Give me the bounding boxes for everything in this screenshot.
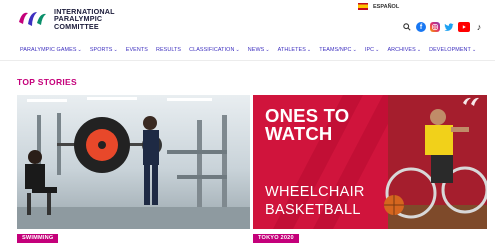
- nav-item-sports[interactable]: SPORTS⌄: [90, 47, 118, 53]
- category-badge-swimming[interactable]: SWIMMING: [17, 234, 59, 243]
- nav-label: CLASSIFICATION: [189, 47, 235, 53]
- spain-flag-icon: [358, 3, 368, 10]
- nav-item-ipc[interactable]: IPC⌄: [365, 47, 380, 53]
- story-card-swimming[interactable]: [17, 95, 250, 229]
- agitos-logo-icon: [16, 8, 48, 30]
- nav-item-development[interactable]: DEVELOPMENT⌄: [429, 47, 476, 53]
- card-subheadline: WHEELCHAIR BASKETBALL: [265, 184, 365, 218]
- main-nav: PARALYMPIC GAMES⌄ SPORTS⌄ EVENTS RESULTS…: [20, 44, 489, 56]
- nav-label: DEVELOPMENT: [429, 47, 471, 53]
- nav-divider: [0, 60, 495, 61]
- nav-item-paralympic-games[interactable]: PARALYMPIC GAMES⌄: [20, 47, 82, 53]
- card-headline: ONES TO WATCH: [265, 105, 350, 144]
- nav-label: IPC: [364, 47, 375, 53]
- logo-line-3: COMMITTEE: [54, 21, 99, 31]
- nav-item-news[interactable]: NEWS⌄: [248, 47, 270, 53]
- chevron-down-icon: ⌄: [235, 47, 240, 53]
- chevron-down-icon: ⌄: [306, 47, 312, 53]
- twitter-icon[interactable]: [444, 22, 454, 32]
- facebook-icon[interactable]: f: [416, 22, 426, 32]
- chevron-down-icon: ⌄: [77, 47, 82, 53]
- story-image-gym: [17, 95, 250, 229]
- nav-label: SPORTS: [89, 47, 113, 53]
- social-icons: f ♪: [402, 22, 488, 32]
- chevron-down-icon: ⌄: [113, 47, 118, 53]
- story-card-tokyo-2020[interactable]: ONES TO WATCH WHEELCHAIR BASKETBALL: [253, 95, 487, 229]
- logo-text: INTERNATIONAL PARALYMPIC COMMITTEE: [54, 7, 115, 31]
- chevron-down-icon: ⌄: [375, 47, 380, 53]
- youtube-icon[interactable]: [458, 22, 470, 32]
- tiktok-icon[interactable]: ♪: [474, 22, 484, 32]
- chevron-down-icon: ⌄: [471, 47, 477, 53]
- search-icon[interactable]: [402, 22, 412, 32]
- language-label: ESPAÑOL: [373, 3, 400, 10]
- ipc-logo[interactable]: INTERNATIONAL PARALYMPIC COMMITTEE: [16, 6, 156, 32]
- chevron-down-icon: ⌄: [352, 47, 357, 53]
- nav-item-results[interactable]: RESULTS: [156, 47, 181, 53]
- nav-label: PARALYMPIC GAMES: [20, 47, 77, 53]
- section-title-top-stories: TOP STORIES: [17, 77, 77, 87]
- chevron-down-icon: ⌄: [265, 47, 270, 53]
- language-switcher[interactable]: ESPAÑOL: [358, 3, 399, 10]
- instagram-icon[interactable]: [430, 22, 440, 32]
- nav-label: TEAMS/NPC: [319, 47, 352, 53]
- category-badge-tokyo-2020[interactable]: TOKYO 2020: [253, 234, 299, 243]
- nav-label: ATHLETES: [277, 47, 306, 53]
- nav-item-events[interactable]: EVENTS: [126, 47, 148, 53]
- nav-label: NEWS: [247, 47, 265, 53]
- chevron-down-icon: ⌄: [416, 47, 422, 53]
- nav-item-teams-npc[interactable]: TEAMS/NPC⌄: [319, 47, 357, 53]
- nav-label: EVENTS: [125, 47, 148, 53]
- nav-label: RESULTS: [155, 47, 182, 53]
- nav-item-athletes[interactable]: ATHLETES⌄: [278, 47, 312, 53]
- nav-item-archives[interactable]: ARCHIVES⌄: [387, 47, 421, 53]
- nav-item-classification[interactable]: CLASSIFICATION⌄: [189, 47, 240, 53]
- nav-label: ARCHIVES: [387, 47, 416, 53]
